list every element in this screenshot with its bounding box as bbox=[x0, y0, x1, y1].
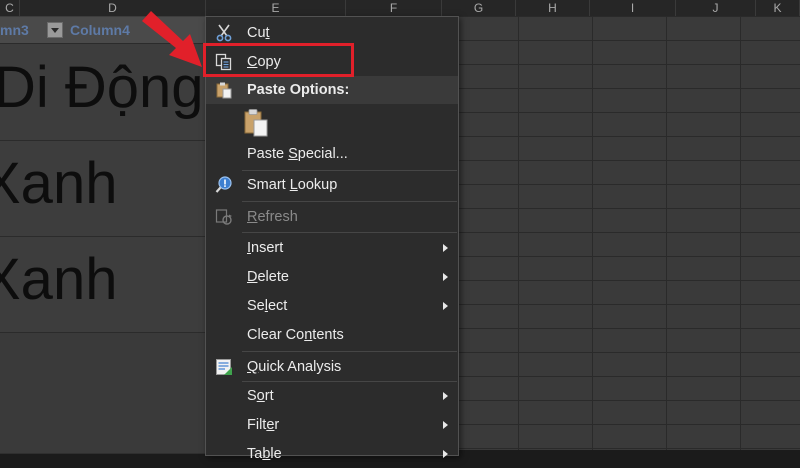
menu-item-insert[interactable]: Insert bbox=[206, 234, 458, 262]
table-header-column3[interactable]: mn3 bbox=[0, 17, 29, 43]
menu-section-paste-options: Paste Options: bbox=[206, 76, 458, 104]
menu-item-table[interactable]: Table bbox=[206, 440, 458, 468]
quick-analysis-icon bbox=[216, 359, 232, 375]
menu-item-label: Smart Lookup bbox=[247, 177, 338, 193]
menu-item-label: Paste Special... bbox=[247, 146, 348, 162]
menu-item-label: Delete bbox=[247, 269, 289, 285]
submenu-arrow-icon bbox=[443, 392, 448, 400]
cell-text: Xanh bbox=[0, 247, 118, 312]
submenu-arrow-icon bbox=[443, 302, 448, 310]
paste-button-icon[interactable] bbox=[243, 108, 269, 138]
column-header-h[interactable]: H bbox=[516, 0, 590, 16]
smart-lookup-icon bbox=[215, 176, 232, 193]
menu-item-paste-special[interactable]: Paste Special... bbox=[206, 140, 458, 168]
menu-item-label: Table bbox=[247, 446, 282, 462]
submenu-arrow-icon bbox=[443, 421, 448, 429]
menu-item-label: Select bbox=[247, 298, 288, 314]
column-header-c[interactable]: C bbox=[0, 0, 20, 16]
menu-item-label: Clear Contents bbox=[247, 327, 344, 343]
menu-item-refresh: Refresh bbox=[206, 203, 458, 231]
clipboard-icon bbox=[216, 82, 232, 99]
column-header-i[interactable]: I bbox=[590, 0, 676, 16]
column-header-bar: C D E F G H I J K bbox=[0, 0, 800, 17]
column-header-f[interactable]: F bbox=[346, 0, 442, 16]
menu-divider bbox=[242, 232, 457, 233]
table-row[interactable] bbox=[0, 333, 206, 358]
column-header-e[interactable]: E bbox=[206, 0, 346, 16]
refresh-icon bbox=[215, 209, 232, 225]
menu-item-filter[interactable]: Filter bbox=[206, 411, 458, 439]
table-row[interactable] bbox=[0, 429, 206, 454]
menu-item-label: Filter bbox=[247, 417, 280, 433]
menu-divider bbox=[242, 201, 457, 202]
red-arrow-icon bbox=[142, 11, 202, 67]
submenu-arrow-icon bbox=[443, 273, 448, 281]
scissors-icon bbox=[216, 24, 232, 42]
menu-divider bbox=[242, 351, 457, 352]
column-header-k[interactable]: K bbox=[756, 0, 800, 16]
menu-section-label: Paste Options: bbox=[247, 82, 350, 98]
menu-item-clear-contents[interactable]: Clear Contents bbox=[206, 321, 458, 349]
menu-item-smart-lookup[interactable]: Smart Lookup bbox=[206, 171, 458, 199]
submenu-arrow-icon bbox=[443, 450, 448, 458]
column-header-g[interactable]: G bbox=[442, 0, 516, 16]
context-menu: Cut Copy Paste Options: Paste Special... bbox=[205, 16, 459, 462]
menu-item-quick-analysis[interactable]: Quick Analysis bbox=[206, 353, 458, 381]
menu-item-delete[interactable]: Delete bbox=[206, 263, 458, 291]
column-header-j[interactable]: J bbox=[676, 0, 756, 16]
copy-highlight-box bbox=[203, 43, 354, 77]
cell-text: Xanh bbox=[0, 151, 118, 216]
menu-item-label: Insert bbox=[247, 240, 284, 256]
table-row[interactable] bbox=[0, 381, 206, 406]
submenu-arrow-icon bbox=[443, 244, 448, 252]
menu-item-sort[interactable]: Sort bbox=[206, 382, 458, 410]
menu-item-label: Refresh bbox=[247, 209, 298, 225]
filter-dropdown-icon[interactable] bbox=[47, 22, 63, 38]
menu-item-label: Sort bbox=[247, 388, 274, 404]
table-row[interactable] bbox=[0, 357, 206, 382]
table-row[interactable] bbox=[0, 405, 206, 430]
table-row[interactable]: Xanh bbox=[0, 140, 206, 237]
menu-item-select[interactable]: Select bbox=[206, 292, 458, 320]
menu-item-label: Quick Analysis bbox=[247, 359, 342, 375]
table-header-column4[interactable]: Column4 bbox=[70, 17, 130, 43]
table-row[interactable]: Xanh bbox=[0, 236, 206, 333]
